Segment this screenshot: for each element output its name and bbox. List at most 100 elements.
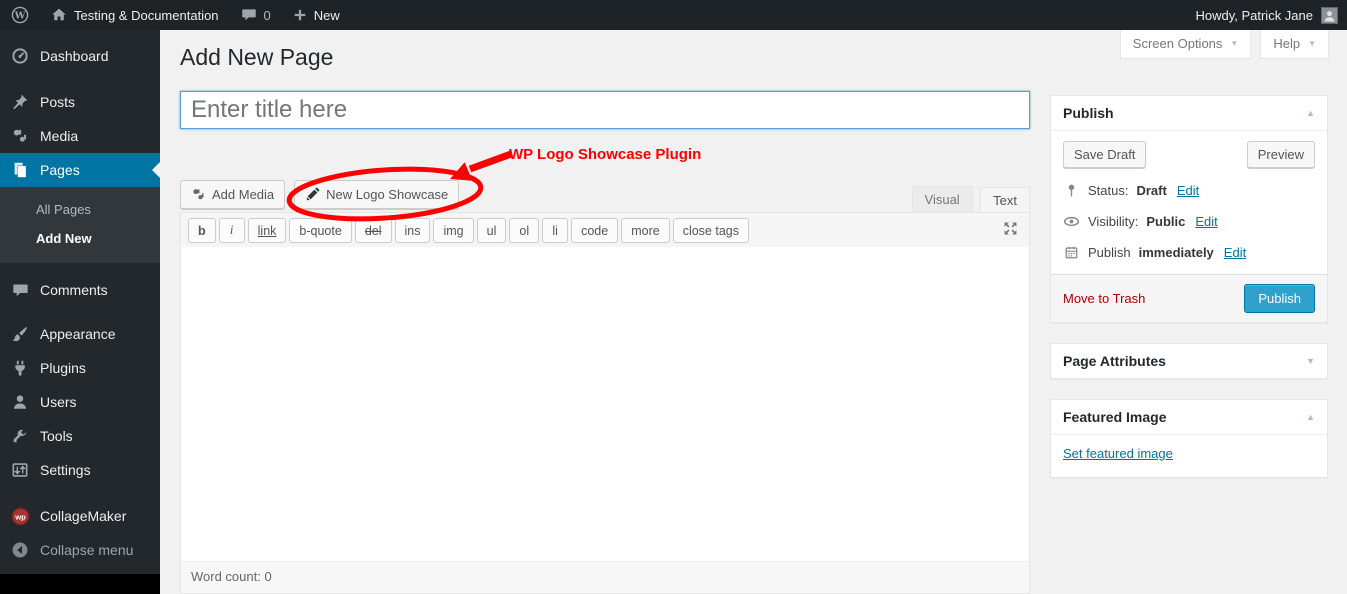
quicktag-del[interactable]: del: [354, 218, 392, 243]
sidebar-item-collapse-menu[interactable]: Collapse menu: [0, 533, 160, 567]
sidebar-item-comments[interactable]: Comments: [0, 273, 160, 307]
quicktag-ul[interactable]: ul: [476, 218, 507, 243]
quicktag-more[interactable]: more: [621, 218, 670, 243]
sidebar-item-plugins[interactable]: Plugins: [0, 351, 160, 385]
collapse-arrow-icon[interactable]: ▲: [1306, 412, 1315, 422]
minor-publishing-actions: Save Draft Preview: [1063, 141, 1315, 168]
quicktags-toolbar: b i link b-quote del ins img ul ol li co…: [181, 213, 1029, 247]
set-featured-image-link[interactable]: Set featured image: [1063, 446, 1173, 461]
status-label: Status:: [1088, 183, 1129, 198]
visibility-row: Visibility: Public Edit: [1063, 213, 1315, 230]
sidebar-label: Comments: [40, 282, 108, 298]
editor-mode-tabs: Visual Text: [180, 186, 1030, 215]
active-menu-notch: [144, 162, 160, 178]
screen-options-button[interactable]: Screen Options ▼: [1119, 30, 1252, 59]
sidebar-item-collagemaker[interactable]: wp CollageMaker: [0, 499, 160, 533]
sidebar-label: Appearance: [40, 326, 116, 342]
main-content: Screen Options ▼ Help ▼ Add New Page Add…: [160, 30, 1347, 594]
title-input[interactable]: [180, 91, 1030, 129]
pages-icon: [10, 160, 30, 180]
screen-options-label: Screen Options: [1132, 36, 1223, 51]
pages-submenu: All Pages Add New: [0, 187, 160, 263]
preview-button[interactable]: Preview: [1246, 141, 1315, 168]
admin-bar: W Testing & Documentation 0 New Howdy, P…: [0, 0, 1347, 30]
new-content-menu[interactable]: New: [282, 0, 351, 30]
sidebar-item-users[interactable]: Users: [0, 385, 160, 419]
calendar-icon: [1063, 245, 1080, 260]
sidebar-item-tools[interactable]: Tools: [0, 419, 160, 453]
settings-icon: [10, 460, 30, 480]
featured-image-body: Set featured image: [1051, 434, 1327, 477]
quicktag-li[interactable]: li: [542, 218, 569, 243]
sidebar-label: Settings: [40, 462, 91, 478]
quicktag-bold[interactable]: b: [188, 218, 216, 243]
quicktag-ins[interactable]: ins: [394, 218, 431, 243]
plugins-icon: [10, 358, 30, 378]
sidebar-label: Dashboard: [40, 48, 109, 64]
sidebar-label: Users: [40, 394, 77, 410]
quicktag-link[interactable]: link: [247, 218, 287, 243]
tab-text[interactable]: Text: [980, 187, 1030, 215]
sidebar-subitem-add-new[interactable]: Add New: [0, 224, 160, 253]
sidebar-item-pages[interactable]: Pages: [0, 153, 160, 187]
schedule-edit-link[interactable]: Edit: [1224, 245, 1246, 260]
publish-box-header[interactable]: Publish ▲: [1051, 96, 1327, 130]
sidebar-item-settings[interactable]: Settings: [0, 453, 160, 487]
quicktag-close-tags[interactable]: close tags: [672, 218, 749, 243]
publish-button[interactable]: Publish: [1244, 284, 1315, 313]
fullscreen-icon[interactable]: [1002, 220, 1019, 242]
help-label: Help: [1273, 36, 1301, 51]
editor-textarea[interactable]: [181, 247, 1029, 561]
featured-image-box: Featured Image ▲ Set featured image: [1050, 399, 1328, 478]
collapse-arrow-icon[interactable]: ▲: [1306, 108, 1315, 118]
comments-count: 0: [263, 7, 271, 23]
sidebar-subitem-all-pages[interactable]: All Pages: [0, 195, 160, 224]
quicktag-code[interactable]: code: [571, 218, 619, 243]
publish-box-body: Save Draft Preview Status: Draft Edit Vi…: [1051, 130, 1327, 274]
page-attributes-header[interactable]: Page Attributes ▼: [1051, 344, 1327, 378]
sidebar-label: CollageMaker: [40, 508, 127, 524]
word-count-value: 0: [264, 569, 272, 584]
comments-bubble-icon: [241, 9, 256, 21]
page-attributes-box: Page Attributes ▼: [1050, 343, 1328, 379]
featured-image-title: Featured Image: [1063, 409, 1167, 425]
sidebar-item-media[interactable]: Media: [0, 119, 160, 153]
wordpress-admin-page: W Testing & Documentation 0 New Howdy, P…: [0, 0, 1347, 594]
publish-box: Publish ▲ Save Draft Preview Status: Dra…: [1050, 95, 1328, 323]
quicktag-italic[interactable]: i: [218, 218, 245, 243]
expand-arrow-icon[interactable]: ▼: [1306, 356, 1315, 366]
visibility-edit-link[interactable]: Edit: [1195, 214, 1217, 229]
svg-text:wp: wp: [14, 512, 26, 521]
visibility-value: Public: [1146, 214, 1186, 229]
wordpress-logo-icon: W: [11, 6, 29, 24]
quicktag-img[interactable]: img: [433, 218, 474, 243]
sidebar-column: Publish ▲ Save Draft Preview Status: Dra…: [1050, 95, 1328, 498]
visibility-label: Visibility:: [1088, 214, 1139, 229]
tab-visual[interactable]: Visual: [911, 186, 973, 214]
help-button[interactable]: Help ▼: [1260, 30, 1329, 59]
sidebar-bottom-strip: [0, 574, 160, 594]
sidebar-item-posts[interactable]: Posts: [0, 85, 160, 119]
quicktag-blockquote[interactable]: b-quote: [289, 218, 352, 243]
sidebar-item-dashboard[interactable]: Dashboard: [0, 39, 160, 73]
screen-meta-tabs: Screen Options ▼ Help ▼: [1119, 30, 1329, 59]
site-name-link[interactable]: Testing & Documentation: [40, 0, 230, 30]
move-to-trash-link[interactable]: Move to Trash: [1063, 291, 1145, 306]
comments-shortcut[interactable]: 0: [230, 0, 282, 30]
account-menu[interactable]: Howdy, Patrick Jane: [1186, 0, 1347, 30]
schedule-label: Publish: [1088, 245, 1131, 260]
status-edit-link[interactable]: Edit: [1177, 183, 1199, 198]
quicktag-ol[interactable]: ol: [509, 218, 540, 243]
save-draft-button[interactable]: Save Draft: [1063, 141, 1147, 168]
plus-icon: [294, 9, 306, 21]
featured-image-header[interactable]: Featured Image ▲: [1051, 400, 1327, 434]
sidebar-label: Posts: [40, 94, 76, 110]
sidebar-item-appearance[interactable]: Appearance: [0, 317, 160, 351]
sidebar-label: Collapse menu: [40, 542, 134, 558]
pin-icon: [1063, 183, 1080, 198]
status-row: Status: Draft Edit: [1063, 183, 1315, 198]
sidebar-label: Media: [40, 128, 79, 144]
svg-text:W: W: [14, 11, 26, 22]
wordpress-menu-button[interactable]: W: [0, 0, 40, 30]
schedule-row: Publish immediately Edit: [1063, 245, 1315, 260]
